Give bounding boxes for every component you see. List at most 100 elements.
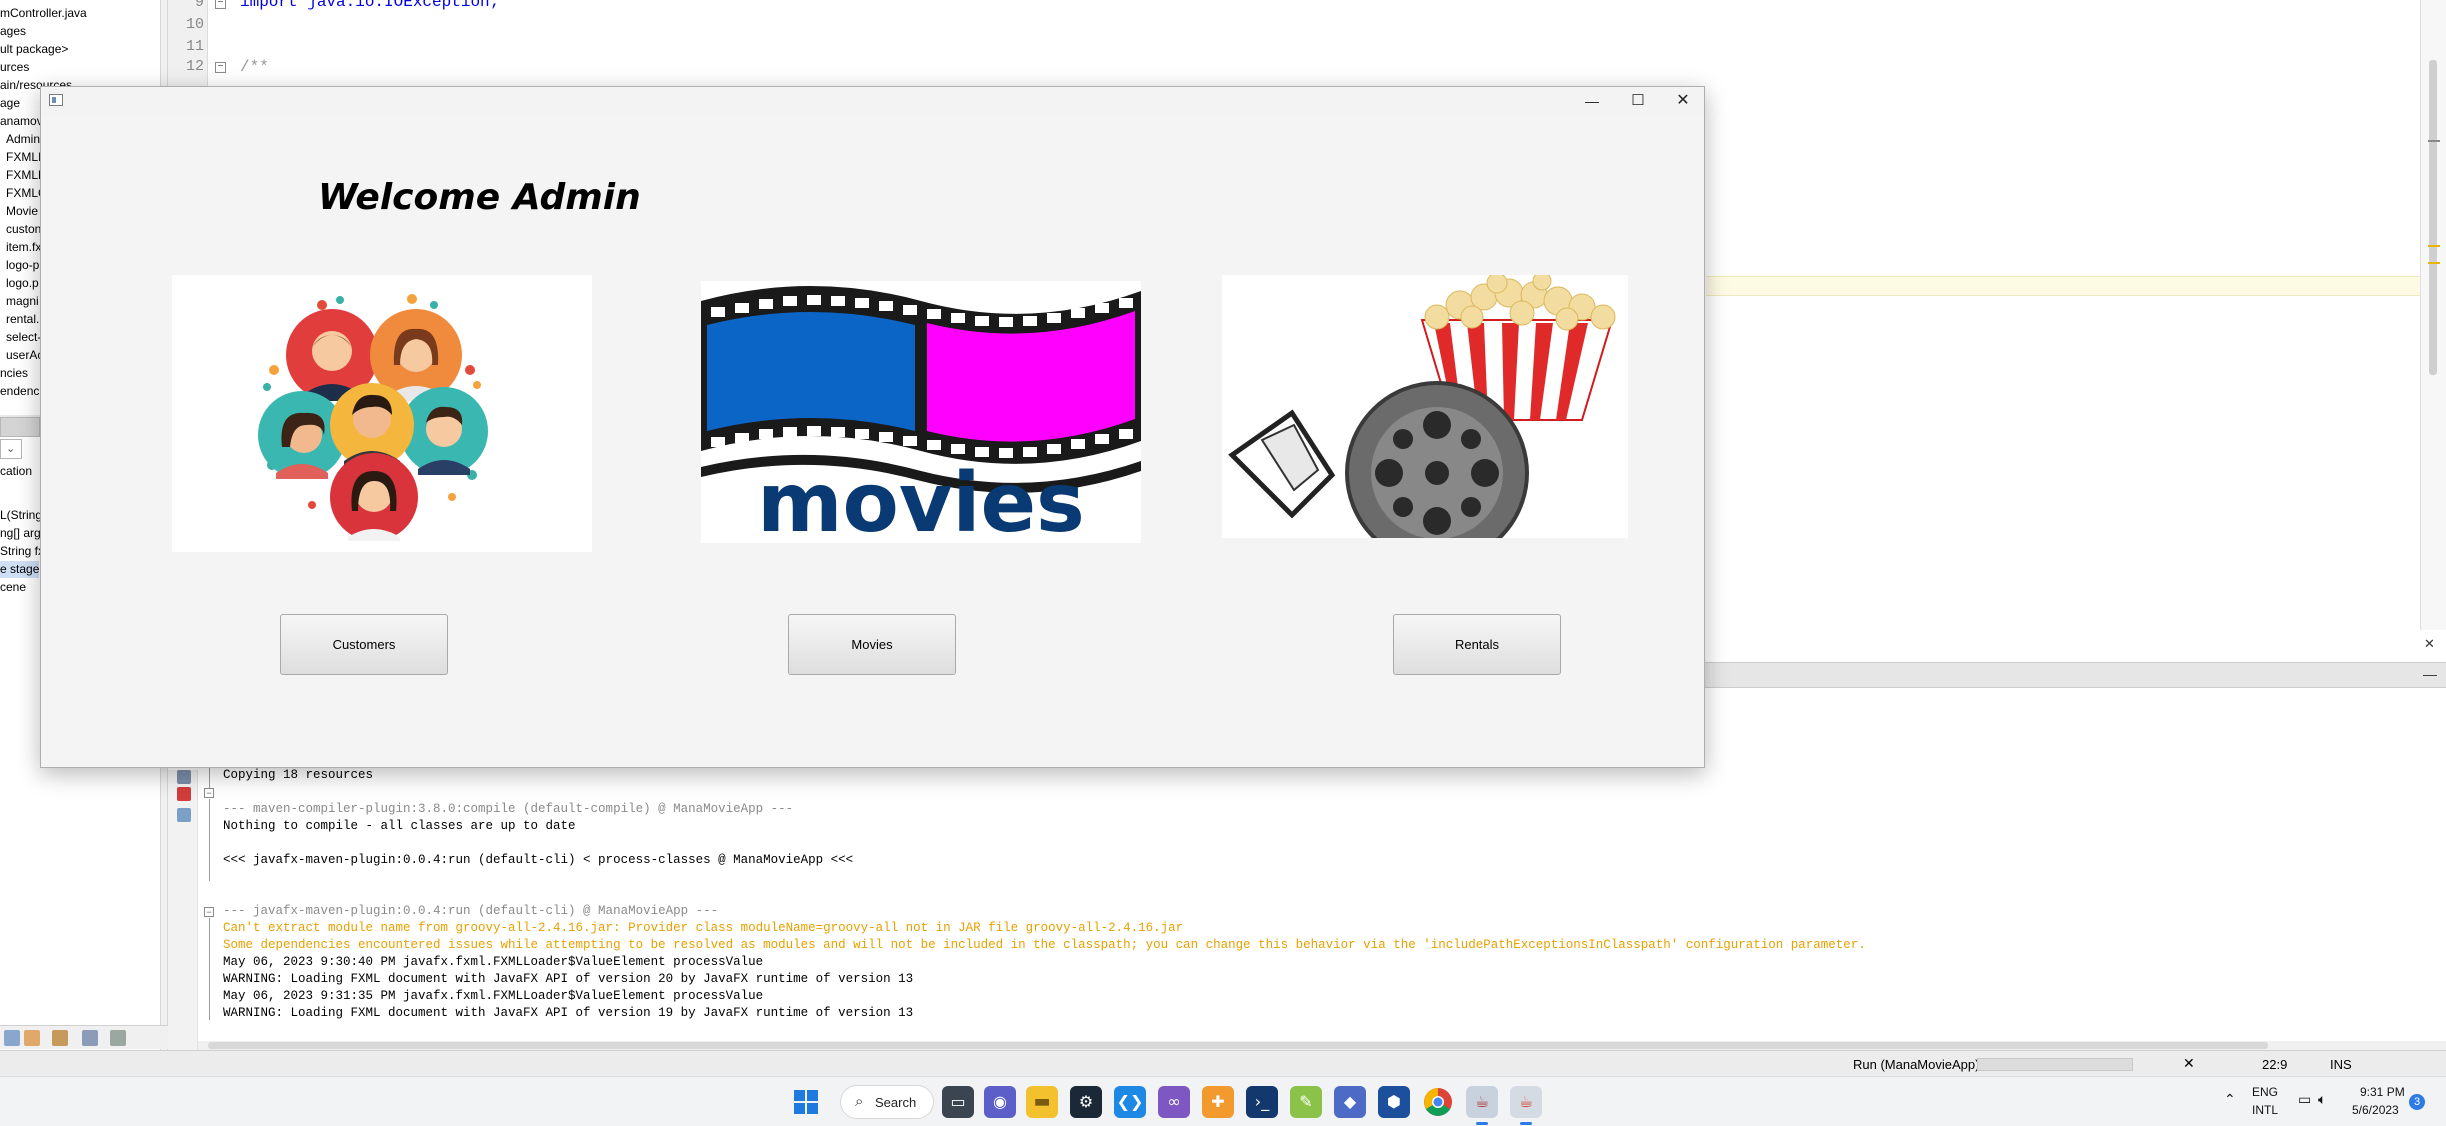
file-explorer-icon[interactable]: ▬ (1026, 1086, 1058, 1118)
taskbar-search[interactable]: ⌕ Search (840, 1085, 934, 1119)
fold-toggle-icon[interactable]: − (204, 907, 214, 917)
project-tree-item[interactable]: logo.p (6, 274, 39, 292)
navigator-item[interactable]: e stage (0, 561, 40, 578)
chrome-icon[interactable] (1422, 1086, 1454, 1118)
scrollbar-thumb[interactable] (2429, 60, 2437, 375)
run-status-label[interactable]: Run (ManaMovieApp) (1853, 1057, 1979, 1072)
project-tree-item[interactable]: urces (0, 58, 29, 76)
insert-mode: INS (2330, 1057, 2352, 1072)
rerun-icon[interactable] (177, 770, 191, 784)
project-tree-item[interactable]: rental. (6, 310, 39, 328)
fold-toggle-icon[interactable]: − (215, 62, 226, 73)
editor-scrollbar[interactable] (2420, 0, 2446, 630)
window-titlebar[interactable]: — ☐ ✕ (41, 87, 1704, 115)
stop-icon[interactable] (177, 787, 191, 801)
fold-guide-line (209, 766, 210, 788)
teams-chat-icon[interactable]: ◉ (984, 1086, 1016, 1118)
minimize-button[interactable]: — (1569, 87, 1615, 115)
scroll-marker (2428, 262, 2440, 264)
code-editor[interactable]: 9 10 11 12 − import java.io.IOException;… (168, 0, 1210, 90)
film-strip-movies-logo: movies (701, 286, 1141, 543)
fields-icon[interactable] (52, 1030, 68, 1046)
project-tree-item[interactable]: Movie (6, 202, 38, 220)
output-panel[interactable]: Copying 18 resources --- maven-compiler-p… (168, 766, 2446, 1050)
settings-icon[interactable] (177, 808, 191, 822)
scroll-marker (2428, 140, 2440, 142)
project-tree-item[interactable]: endenci (0, 382, 42, 400)
visual-studio-icon[interactable]: ∞ (1158, 1086, 1190, 1118)
filter-icon[interactable] (4, 1030, 20, 1046)
notification-badge[interactable]: 3 (2409, 1094, 2425, 1110)
output-horizontal-scrollbar[interactable] (198, 1041, 2446, 1050)
project-tree-item[interactable]: magni (6, 292, 39, 310)
scroll-marker (2428, 245, 2440, 247)
active-app-indicator (1520, 1122, 1532, 1125)
project-tree-item[interactable]: ncies (0, 364, 28, 382)
virtualbox-icon[interactable]: ⬢ (1378, 1086, 1410, 1118)
close-button[interactable]: ✕ (1660, 87, 1706, 115)
navigator-combo[interactable]: ⌄ (0, 439, 22, 459)
app-window: — ☐ ✕ Welcome Admin movies Customers Mov… (40, 86, 1705, 768)
navigator-item[interactable]: ng[] arg (0, 525, 41, 542)
clock-date[interactable]: 5/6/2023 (2352, 1103, 2399, 1117)
code-comment-line: /** (240, 58, 269, 76)
sort-icon[interactable] (24, 1030, 40, 1046)
keyboard-layout[interactable]: INTL (2252, 1103, 2278, 1117)
minimize-icon[interactable]: — (2423, 666, 2437, 682)
scrollbar-thumb[interactable] (208, 1042, 2268, 1049)
fold-toggle-icon[interactable]: − (204, 788, 214, 798)
rentals-button[interactable]: Rentals (1393, 614, 1561, 675)
maximize-button[interactable]: ☐ (1615, 87, 1661, 115)
navigator-item[interactable]: cene (0, 579, 26, 596)
project-tree-item[interactable]: FXMLI (6, 148, 41, 166)
close-icon[interactable]: ✕ (2424, 636, 2435, 652)
navigator-tab[interactable] (0, 417, 40, 437)
project-tree-item[interactable]: anamovi (0, 112, 45, 130)
project-tree-item[interactable]: FXMLL (6, 166, 45, 184)
close-icon[interactable]: ✕ (2183, 1055, 2195, 1072)
project-tree-item[interactable]: ages (0, 22, 26, 40)
output-line: Some dependencies encountered issues whi… (223, 938, 1866, 952)
app-orange-icon[interactable]: ✚ (1202, 1086, 1234, 1118)
output-line: WARNING: Loading FXML document with Java… (223, 1006, 914, 1020)
navigator-item[interactable]: cation (0, 463, 32, 480)
output-line: May 06, 2023 9:30:40 PM javafx.fxml.FXML… (223, 955, 764, 969)
windows-start-icon[interactable] (790, 1086, 822, 1118)
output-gutter (168, 770, 198, 1050)
navigator-item[interactable]: String fx (0, 543, 44, 560)
notepad-plus-plus-icon[interactable]: ✎ (1290, 1086, 1322, 1118)
project-tree-item[interactable]: mController.java (0, 4, 87, 22)
static-icon[interactable] (110, 1030, 126, 1046)
fold-toggle-icon[interactable]: − (215, 0, 226, 9)
inherited-icon[interactable] (82, 1030, 98, 1046)
clock-time[interactable]: 9:31 PM (2360, 1085, 2405, 1099)
project-tree-item[interactable]: age (0, 94, 20, 112)
java-app-icon[interactable]: ☕ (1510, 1086, 1542, 1118)
powershell-icon[interactable]: ›_ (1246, 1086, 1278, 1118)
project-tree-item[interactable]: Admin (6, 130, 40, 148)
project-tree-item[interactable]: item.fx (6, 238, 41, 256)
network-icon[interactable]: ▭ (2298, 1091, 2311, 1108)
line-number: 10 (185, 16, 204, 33)
current-line-highlight (1706, 276, 2420, 296)
volume-icon[interactable]: 🔈︎ (2318, 1091, 2326, 1108)
movies-logo-text: movies (757, 456, 1085, 543)
customers-button[interactable]: Customers (280, 614, 448, 675)
movies-button[interactable]: Movies (788, 614, 956, 675)
project-tree-item[interactable]: custon (6, 220, 41, 238)
language-indicator[interactable]: ENG (2252, 1085, 2278, 1099)
task-view-icon[interactable]: ▭ (942, 1086, 974, 1118)
output-line: WARNING: Loading FXML document with Java… (223, 972, 914, 986)
project-tree-item[interactable]: logo-p (6, 256, 39, 274)
customers-image (172, 275, 592, 552)
netbeans-icon[interactable]: ☕ (1466, 1086, 1498, 1118)
project-tree-item[interactable]: select- (6, 328, 41, 346)
project-tree-item[interactable]: ult package> (0, 40, 68, 58)
vscode-icon[interactable]: ❮❯ (1114, 1086, 1146, 1118)
game-controller-icon[interactable]: ◆ (1334, 1086, 1366, 1118)
steam-icon[interactable]: ⚙ (1070, 1086, 1102, 1118)
chevron-up-icon[interactable]: ⌃ (2224, 1091, 2236, 1108)
navigator-item[interactable]: L(String (0, 507, 42, 524)
people-group-illustration (258, 294, 488, 541)
project-tree-item[interactable]: userAc (6, 346, 43, 364)
